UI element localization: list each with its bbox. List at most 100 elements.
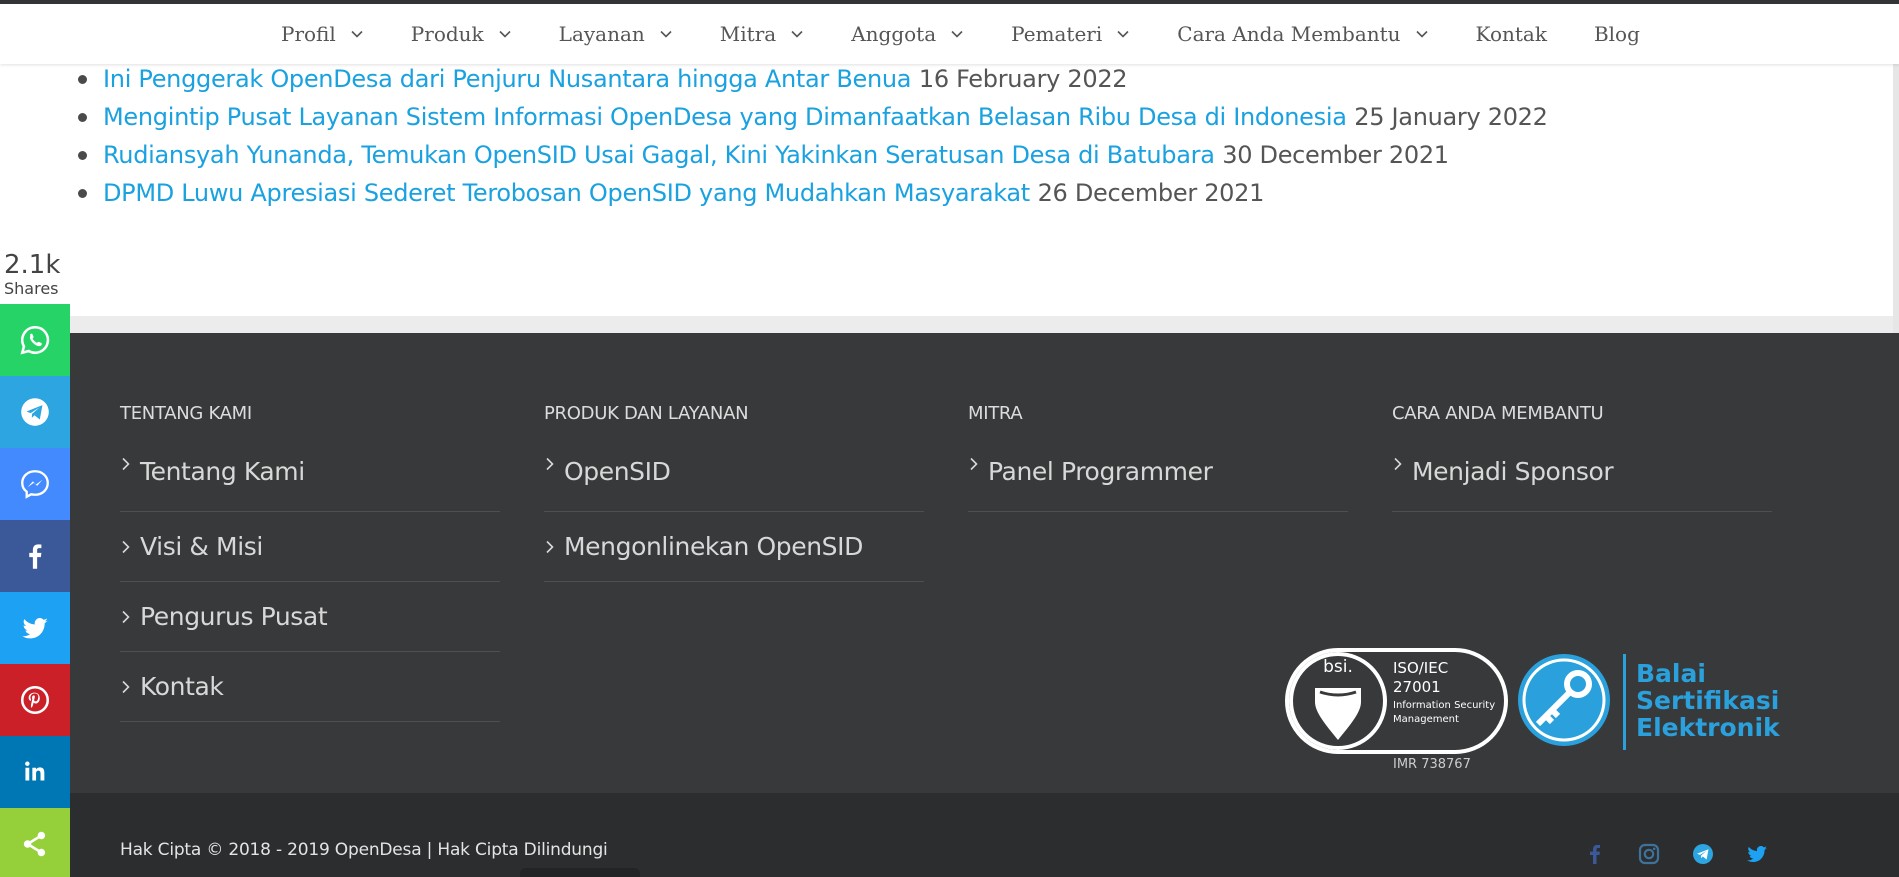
bsi-certificate-number: IMR 738767 xyxy=(1393,757,1471,772)
footer-link-label: Tentang Kami xyxy=(140,457,305,486)
copyright-text: Hak Cipta © 2018 - 2019 OpenDesa | Hak C… xyxy=(120,840,608,860)
chevron-right-icon xyxy=(970,457,978,471)
post-link[interactable]: Mengintip Pusat Layanan Sistem Informasi… xyxy=(103,103,1347,131)
nav-label: Blog xyxy=(1593,22,1640,46)
chevron-down-icon xyxy=(791,30,803,38)
footer-link[interactable]: Panel Programmer xyxy=(968,457,1348,512)
list-item: DPMD Luwu Apresiasi Sederet Terobosan Op… xyxy=(78,174,1548,212)
share-linkedin-button[interactable] xyxy=(0,736,70,808)
footer-column-heading: MITRA xyxy=(968,403,1023,424)
nav-item-layanan[interactable]: Layanan xyxy=(559,4,673,64)
whatsapp-icon xyxy=(20,325,50,355)
footer-instagram-link[interactable] xyxy=(1637,841,1661,867)
nav-label: Anggota xyxy=(851,22,937,46)
iso-number-text: 27001 xyxy=(1393,678,1441,696)
chevron-down-icon xyxy=(351,30,363,38)
footer-link-label: Menjadi Sponsor xyxy=(1412,457,1614,486)
nav-item-pemateri[interactable]: Pemateri xyxy=(1011,4,1130,64)
footer-link-label: Kontak xyxy=(140,672,224,701)
list-item: Rudiansyah Yunanda, Temukan OpenSID Usai… xyxy=(78,136,1548,174)
footer-link-label: OpenSID xyxy=(564,457,671,486)
post-date: 26 December 2021 xyxy=(1037,179,1265,207)
chevron-right-icon xyxy=(122,457,130,471)
footer-link[interactable]: Kontak xyxy=(120,652,500,722)
footer-link[interactable]: Mengonlinekan OpenSID xyxy=(544,512,924,582)
bse-line: Balai xyxy=(1636,659,1706,688)
bse-divider xyxy=(1623,654,1626,750)
chevron-right-icon xyxy=(546,457,554,471)
floating-share-bar xyxy=(0,304,70,877)
instagram-icon xyxy=(1638,843,1660,865)
share-twitter-button[interactable] xyxy=(0,592,70,664)
bse-key-logo xyxy=(1518,654,1610,746)
top-border xyxy=(0,0,1899,4)
post-link[interactable]: Ini Penggerak OpenDesa dari Penjuru Nusa… xyxy=(103,65,912,93)
nav-label: Cara Anda Membantu xyxy=(1177,22,1401,46)
nav-label: Profil xyxy=(281,22,336,46)
facebook-icon xyxy=(1590,844,1600,864)
footer-column-cara-anda-membantu: CARA ANDA MEMBANTU Menjadi Sponsor xyxy=(1392,403,1772,512)
nav-item-anggota[interactable]: Anggota xyxy=(851,4,964,64)
post-date: 30 December 2021 xyxy=(1222,141,1449,169)
nav-label: Layanan xyxy=(558,22,645,46)
footer-telegram-link[interactable] xyxy=(1691,841,1715,867)
post-link[interactable]: DPMD Luwu Apresiasi Sederet Terobosan Op… xyxy=(103,179,1030,207)
footer-link[interactable]: Pengurus Pusat xyxy=(120,582,500,652)
footer-link[interactable]: Visi & Misi xyxy=(120,512,500,582)
footer-column-heading: CARA ANDA MEMBANTU xyxy=(1392,403,1604,424)
telegram-icon xyxy=(21,398,49,426)
footer-column-mitra: MITRA Panel Programmer xyxy=(968,403,1348,512)
share-telegram-button[interactable] xyxy=(0,376,70,448)
footer-column-heading: TENTANG KAMI xyxy=(120,403,252,424)
chevron-down-icon xyxy=(499,30,511,38)
messenger-icon xyxy=(21,470,49,499)
share-whatsapp-button[interactable] xyxy=(0,304,70,376)
share-facebook-button[interactable] xyxy=(0,520,70,592)
nav-item-blog[interactable]: Blog xyxy=(1594,4,1640,64)
post-link[interactable]: Rudiansyah Yunanda, Temukan OpenSID Usai… xyxy=(103,141,1215,169)
chevron-right-icon xyxy=(122,680,130,693)
footer-facebook-link[interactable] xyxy=(1583,841,1607,867)
chevron-right-icon xyxy=(122,540,130,553)
nav-item-mitra[interactable]: Mitra xyxy=(720,4,804,64)
footer-link-label: Pengurus Pusat xyxy=(140,602,328,631)
iso-standard-text: ISO/IEC xyxy=(1393,659,1448,677)
list-item: Ini Penggerak OpenDesa dari Penjuru Nusa… xyxy=(78,60,1548,98)
pinterest-icon xyxy=(20,685,50,715)
iso-desc-text: Information Security xyxy=(1393,700,1495,711)
post-date: 25 January 2022 xyxy=(1354,103,1548,131)
chevron-down-icon xyxy=(951,30,963,38)
chevron-right-icon xyxy=(1394,457,1402,471)
footer-twitter-link[interactable] xyxy=(1745,841,1769,867)
footer-column-heading: PRODUK DAN LAYANAN xyxy=(544,403,749,424)
footer-link-label: Panel Programmer xyxy=(988,457,1213,486)
footer-link[interactable]: Tentang Kami xyxy=(120,457,500,512)
telegram-icon xyxy=(1693,844,1713,864)
footer-link[interactable]: Menjadi Sponsor xyxy=(1392,457,1772,512)
share-count: 2.1k xyxy=(4,250,61,280)
chevron-down-icon xyxy=(1117,30,1129,38)
share-count-label: Shares xyxy=(4,279,59,298)
footer-link[interactable]: OpenSID xyxy=(544,457,924,512)
nav-item-cara-anda-membantu[interactable]: Cara Anda Membantu xyxy=(1177,4,1428,64)
recent-posts-list: Ini Penggerak OpenDesa dari Penjuru Nusa… xyxy=(78,40,1548,212)
nav-label: Produk xyxy=(410,22,484,46)
main-nav: Profil Produk Layanan Mitra Anggota Pema… xyxy=(0,4,1899,64)
footer-link-label: Mengonlinekan OpenSID xyxy=(564,532,863,561)
twitter-icon xyxy=(22,617,48,639)
iso-desc-text: Management xyxy=(1393,714,1459,725)
linkedin-icon xyxy=(25,761,45,781)
twitter-icon xyxy=(1747,845,1767,862)
share-counter: 2.1k Shares xyxy=(4,250,68,298)
share-more-button[interactable] xyxy=(0,808,70,877)
post-date: 16 February 2022 xyxy=(918,65,1128,93)
share-pinterest-button[interactable] xyxy=(0,664,70,736)
share-messenger-button[interactable] xyxy=(0,448,70,520)
nav-item-profil[interactable]: Profil xyxy=(281,4,364,64)
section-divider xyxy=(0,316,1899,333)
nav-label: Kontak xyxy=(1475,22,1547,46)
footer-bottom-tab xyxy=(520,868,640,877)
nav-item-produk[interactable]: Produk xyxy=(411,4,512,64)
bsi-iso-badge: bsi. ISO/IEC 27001 Information Security … xyxy=(1285,648,1508,754)
nav-item-kontak[interactable]: Kontak xyxy=(1476,4,1547,64)
